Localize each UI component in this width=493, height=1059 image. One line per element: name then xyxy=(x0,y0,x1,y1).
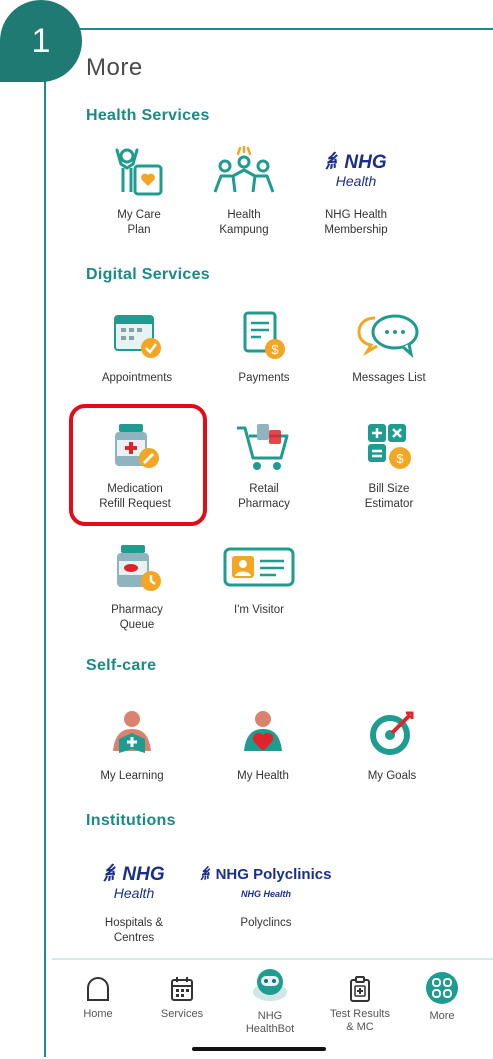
target-icon xyxy=(366,703,418,763)
calendar-check-icon xyxy=(109,305,165,365)
invoice-dollar-icon: $ xyxy=(239,305,289,365)
svg-text:$: $ xyxy=(271,342,279,357)
pharmacy-queue-icon xyxy=(109,537,165,597)
care-plan-icon xyxy=(111,142,167,202)
calculator-icon: $ xyxy=(364,416,414,476)
tile-my-goals[interactable]: My Goals xyxy=(322,703,462,784)
tile-my-learning[interactable]: My Learning xyxy=(62,703,202,784)
nav-label: Services xyxy=(160,1008,204,1020)
tile-hospitals-centres[interactable]: ⺯NHG Health Hospitals & Centres xyxy=(64,858,204,946)
nav-more[interactable]: More xyxy=(402,972,482,1023)
healthbot-icon xyxy=(253,969,287,1001)
svg-text:$: $ xyxy=(396,451,404,466)
nav-test-results[interactable]: Test Results & MC xyxy=(320,976,400,1034)
person-learning-icon xyxy=(105,703,159,763)
tile-label: My Care Plan xyxy=(117,209,161,236)
logo-text: NHG xyxy=(122,864,165,885)
logo-subtext: Health xyxy=(113,885,155,901)
tile-label: Polyclincs xyxy=(240,917,292,929)
tile-appointments[interactable]: Appointments xyxy=(67,305,207,386)
logo-subtext: Health xyxy=(335,173,377,189)
tile-polyclinics[interactable]: ⺯NHG Polyclinics NHG Health Polyclincs xyxy=(196,858,336,931)
id-card-icon xyxy=(222,537,296,597)
home-icon xyxy=(87,976,109,1001)
logo-text: NHG Polyclinics xyxy=(215,865,332,883)
tile-label: Health Kampung xyxy=(219,209,269,236)
section-title-health-services: Health Services xyxy=(86,107,210,124)
nav-label: Test Results & MC xyxy=(330,1008,390,1033)
tile-label: NHG Health Membership xyxy=(324,209,388,236)
tile-retail-pharmacy[interactable]: Retail Pharmacy xyxy=(194,416,334,512)
tile-label: My Goals xyxy=(367,770,417,782)
nhg-health-logo-icon: ⺯NHG Health xyxy=(325,152,387,189)
nav-label: Home xyxy=(83,1008,113,1020)
tile-label: Appointments xyxy=(101,372,173,384)
tile-im-visitor[interactable]: I'm Visitor xyxy=(189,537,329,618)
nav-label: More xyxy=(429,1010,455,1022)
highlight-box xyxy=(69,404,207,526)
tile-label: Pharmacy Queue xyxy=(111,604,163,631)
tile-label: Retail Pharmacy xyxy=(238,483,290,510)
chat-bubbles-icon xyxy=(357,305,421,365)
community-icon xyxy=(211,142,277,202)
frame-left-border xyxy=(44,28,46,1057)
nav-label: NHG HealthBot xyxy=(245,1010,295,1035)
clipboard-plus-icon xyxy=(350,976,370,1002)
home-indicator[interactable] xyxy=(192,1047,326,1051)
tile-bill-size-estimator[interactable]: $ Bill Size Estimator xyxy=(319,416,459,512)
section-title-digital-services: Digital Services xyxy=(86,266,210,283)
calendar-icon xyxy=(171,977,193,1001)
tile-my-health[interactable]: My Health xyxy=(193,703,333,784)
shopping-cart-icon xyxy=(235,416,293,476)
step-badge: 1 xyxy=(0,0,82,82)
tile-nhg-membership[interactable]: ⺯NHG Health NHG Health Membership xyxy=(286,142,426,238)
tile-label: My Learning xyxy=(100,770,164,782)
logo-subtext: NHG Health xyxy=(240,888,291,899)
logo-text: NHG xyxy=(344,152,387,173)
nav-home[interactable]: Home xyxy=(58,976,138,1021)
nhg-health-logo-icon: ⺯NHG Health xyxy=(103,864,165,901)
tile-label: My Health xyxy=(237,770,289,782)
tile-label: Messages List xyxy=(352,372,426,384)
tile-messages-list[interactable]: Messages List xyxy=(319,305,459,386)
section-title-institutions: Institutions xyxy=(86,812,176,829)
tile-label: Hospitals & Centres xyxy=(104,917,164,944)
person-heart-icon xyxy=(236,703,290,763)
nhg-polyclinics-logo-icon: ⺯NHG Polyclinics NHG Health xyxy=(200,865,332,899)
tile-label: Bill Size Estimator xyxy=(364,483,414,510)
page-title: More xyxy=(86,54,143,81)
bottom-nav-bar: Home Services NHG HealthBot Test Results… xyxy=(52,958,493,1059)
section-title-self-care: Self-care xyxy=(86,657,157,674)
tile-label: I'm Visitor xyxy=(234,604,284,616)
grid-icon xyxy=(426,972,458,1004)
tile-payments[interactable]: $ Payments xyxy=(194,305,334,386)
tile-pharmacy-queue[interactable]: Pharmacy Queue xyxy=(67,537,207,633)
tile-label: Payments xyxy=(238,372,290,384)
nav-healthbot[interactable]: NHG HealthBot xyxy=(230,964,310,1036)
frame-top-border xyxy=(44,28,493,30)
nav-services[interactable]: Services xyxy=(142,976,222,1021)
